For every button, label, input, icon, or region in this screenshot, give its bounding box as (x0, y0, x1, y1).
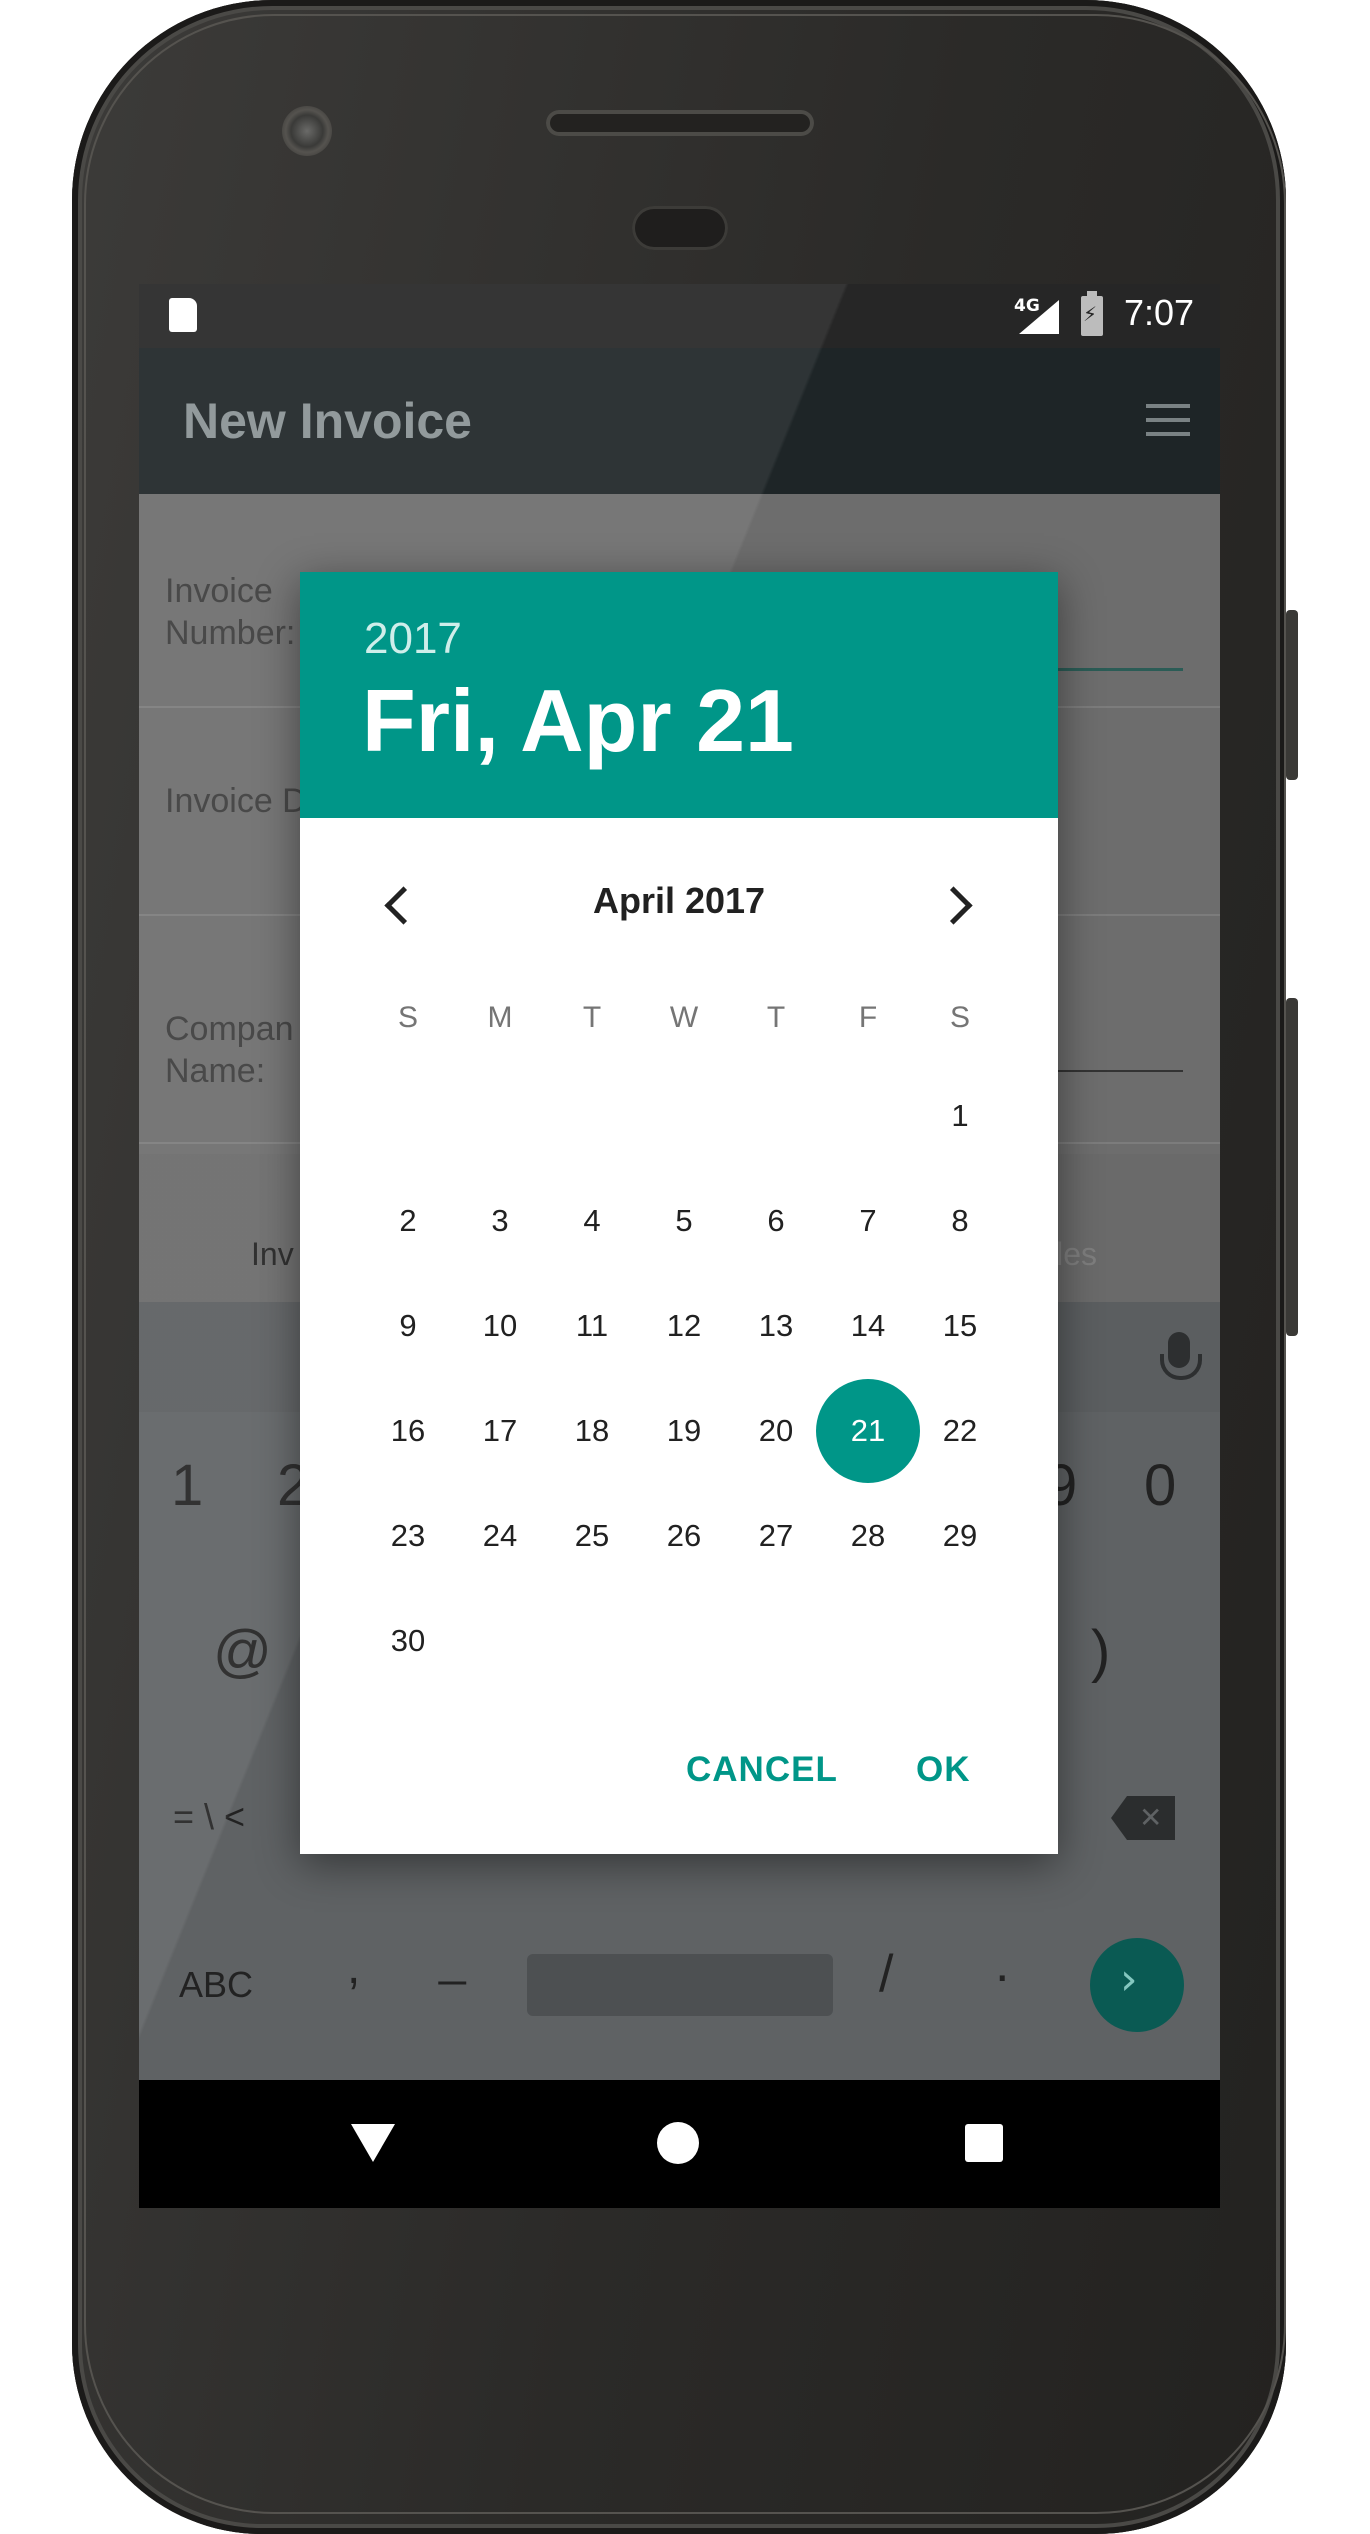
go-button[interactable]: › (1090, 1938, 1184, 2032)
key-underscore[interactable]: _ (439, 1932, 466, 1987)
key-abc[interactable]: ABC (179, 1964, 253, 2006)
weekday-header: S (949, 1001, 970, 1034)
weekday-header: T (766, 1001, 786, 1034)
calendar-day[interactable]: 13 (730, 1280, 822, 1372)
nav-bar (139, 2080, 1220, 2208)
chevron-right-icon: › (1120, 1954, 1138, 2005)
key-slash[interactable]: / (879, 1944, 893, 2004)
date-picker-header: 2017 Fri, Apr 21 (300, 572, 1058, 818)
calendar-day[interactable]: 25 (546, 1490, 638, 1582)
volume-button (1286, 998, 1298, 1336)
spacebar[interactable] (527, 1954, 833, 2016)
battery-charging-icon (1081, 291, 1103, 336)
calendar-day[interactable]: 23 (362, 1490, 454, 1582)
calendar-day[interactable]: 11 (546, 1280, 638, 1372)
calendar-day[interactable]: 12 (638, 1280, 730, 1372)
earpiece-speaker (546, 110, 814, 136)
sd-card-icon (169, 298, 197, 332)
calendar-day[interactable]: 2 (362, 1175, 454, 1267)
tab-invoice[interactable]: Inv (251, 1236, 294, 1273)
calendar-day[interactable]: 7 (822, 1175, 914, 1267)
calendar-day[interactable]: 17 (454, 1385, 546, 1477)
page-title: New Invoice (183, 393, 472, 449)
app-bar: New Invoice (139, 348, 1220, 494)
company-name-label: Compan Name: (165, 1010, 294, 1090)
status-time: 7:07 (1124, 292, 1195, 333)
weekday-header: S (397, 1001, 418, 1034)
calendar-day[interactable]: 10 (454, 1280, 546, 1372)
calendar-day[interactable]: 15 (914, 1280, 1006, 1372)
calendar-day[interactable]: 8 (914, 1175, 1006, 1267)
calendar-day[interactable]: 28 (822, 1490, 914, 1582)
year-label[interactable]: 2017 (364, 614, 462, 664)
date-picker-dialog: 2017 Fri, Apr 21 April 2017 SMTWTFS12345… (300, 572, 1058, 1854)
calendar-day[interactable]: 18 (546, 1385, 638, 1477)
calendar-day[interactable]: 14 (822, 1280, 914, 1372)
key-period[interactable]: . (995, 1934, 1009, 1994)
calendar-day[interactable]: 24 (454, 1490, 546, 1582)
calendar-day[interactable]: 9 (362, 1280, 454, 1372)
cancel-button[interactable]: CANCEL (686, 1750, 838, 1790)
key-comma[interactable]: , (347, 1940, 360, 1995)
microphone-icon[interactable] (1160, 1332, 1202, 1380)
key-0[interactable]: 0 (1144, 1452, 1176, 1519)
status-bar: 4G 7:07 (139, 284, 1220, 348)
weekday-header: F (858, 1001, 878, 1034)
weekday-header: T (582, 1001, 602, 1034)
invoice-number-label: Invoice Number: (165, 572, 296, 652)
calendar-day[interactable]: 6 (730, 1175, 822, 1267)
key-close-paren[interactable]: ) (1091, 1618, 1110, 1685)
calendar-day[interactable]: 27 (730, 1490, 822, 1582)
calendar-day[interactable]: 22 (914, 1385, 1006, 1477)
front-camera (282, 106, 332, 156)
menu-icon[interactable] (1146, 404, 1190, 436)
recents-icon[interactable] (965, 2124, 1003, 2162)
selected-date-label[interactable]: Fri, Apr 21 (362, 670, 794, 772)
network-type: 4G (1014, 296, 1040, 316)
ok-button[interactable]: OK (916, 1750, 971, 1790)
calendar-day[interactable]: 4 (546, 1175, 638, 1267)
weekday-header: M (487, 1001, 513, 1034)
calendar-day[interactable]: 20 (730, 1385, 822, 1477)
power-button (1286, 610, 1298, 780)
calendar-day[interactable]: 1 (914, 1070, 1006, 1162)
key-symbols-more[interactable]: = \ < (173, 1796, 245, 1838)
invoice-date-label: Invoice D (165, 782, 307, 820)
weekday-header: W (669, 1001, 699, 1034)
calendar-day[interactable]: 3 (454, 1175, 546, 1267)
calendar-day[interactable]: 19 (638, 1385, 730, 1477)
calendar-day[interactable]: 26 (638, 1490, 730, 1582)
calendar-day[interactable]: 16 (362, 1385, 454, 1477)
home-icon[interactable] (657, 2122, 699, 2164)
calendar-day[interactable]: 5 (638, 1175, 730, 1267)
proximity-sensor (632, 206, 728, 250)
key-1[interactable]: 1 (171, 1452, 203, 1519)
calendar-day-selected[interactable]: 21 (816, 1379, 920, 1483)
calendar-day[interactable]: 30 (362, 1595, 454, 1687)
calendar-day[interactable]: 29 (914, 1490, 1006, 1582)
back-icon[interactable] (351, 2124, 395, 2162)
key-at[interactable]: @ (213, 1618, 272, 1685)
